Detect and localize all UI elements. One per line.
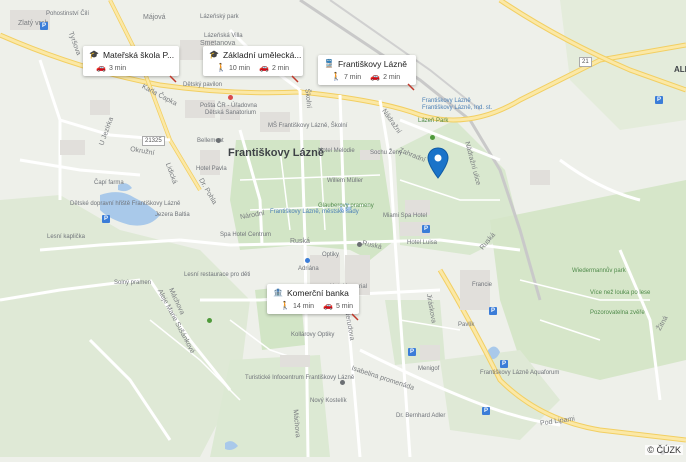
map-attribution: © ČÚZK (645, 445, 683, 455)
card-pointer-layer (169, 75, 415, 321)
location-pin-icon[interactable] (427, 147, 449, 181)
map-canvas[interactable]: 21325 21 Františkovy Lázně Májová Karla … (0, 0, 686, 458)
card-pointer-mark (407, 83, 415, 91)
card-pointer-mark (351, 313, 359, 321)
card-pointer-mark (169, 75, 177, 83)
card-pointer-mark (291, 75, 299, 83)
